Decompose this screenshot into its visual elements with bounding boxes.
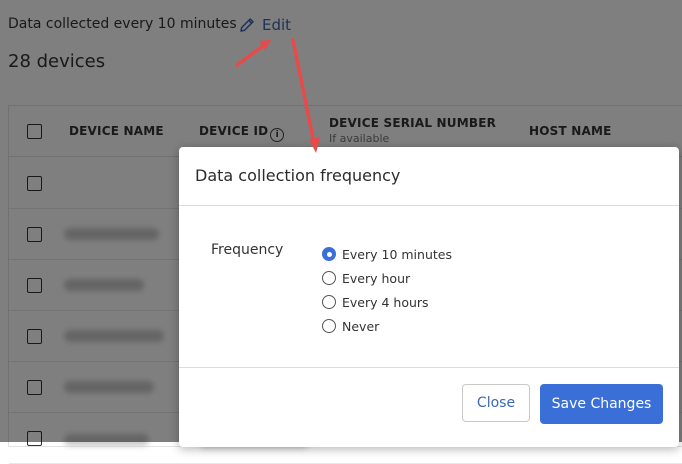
arrow-icon: [235, 40, 271, 67]
arrow-icon: [291, 38, 320, 153]
annotation-arrows: [235, 38, 320, 153]
